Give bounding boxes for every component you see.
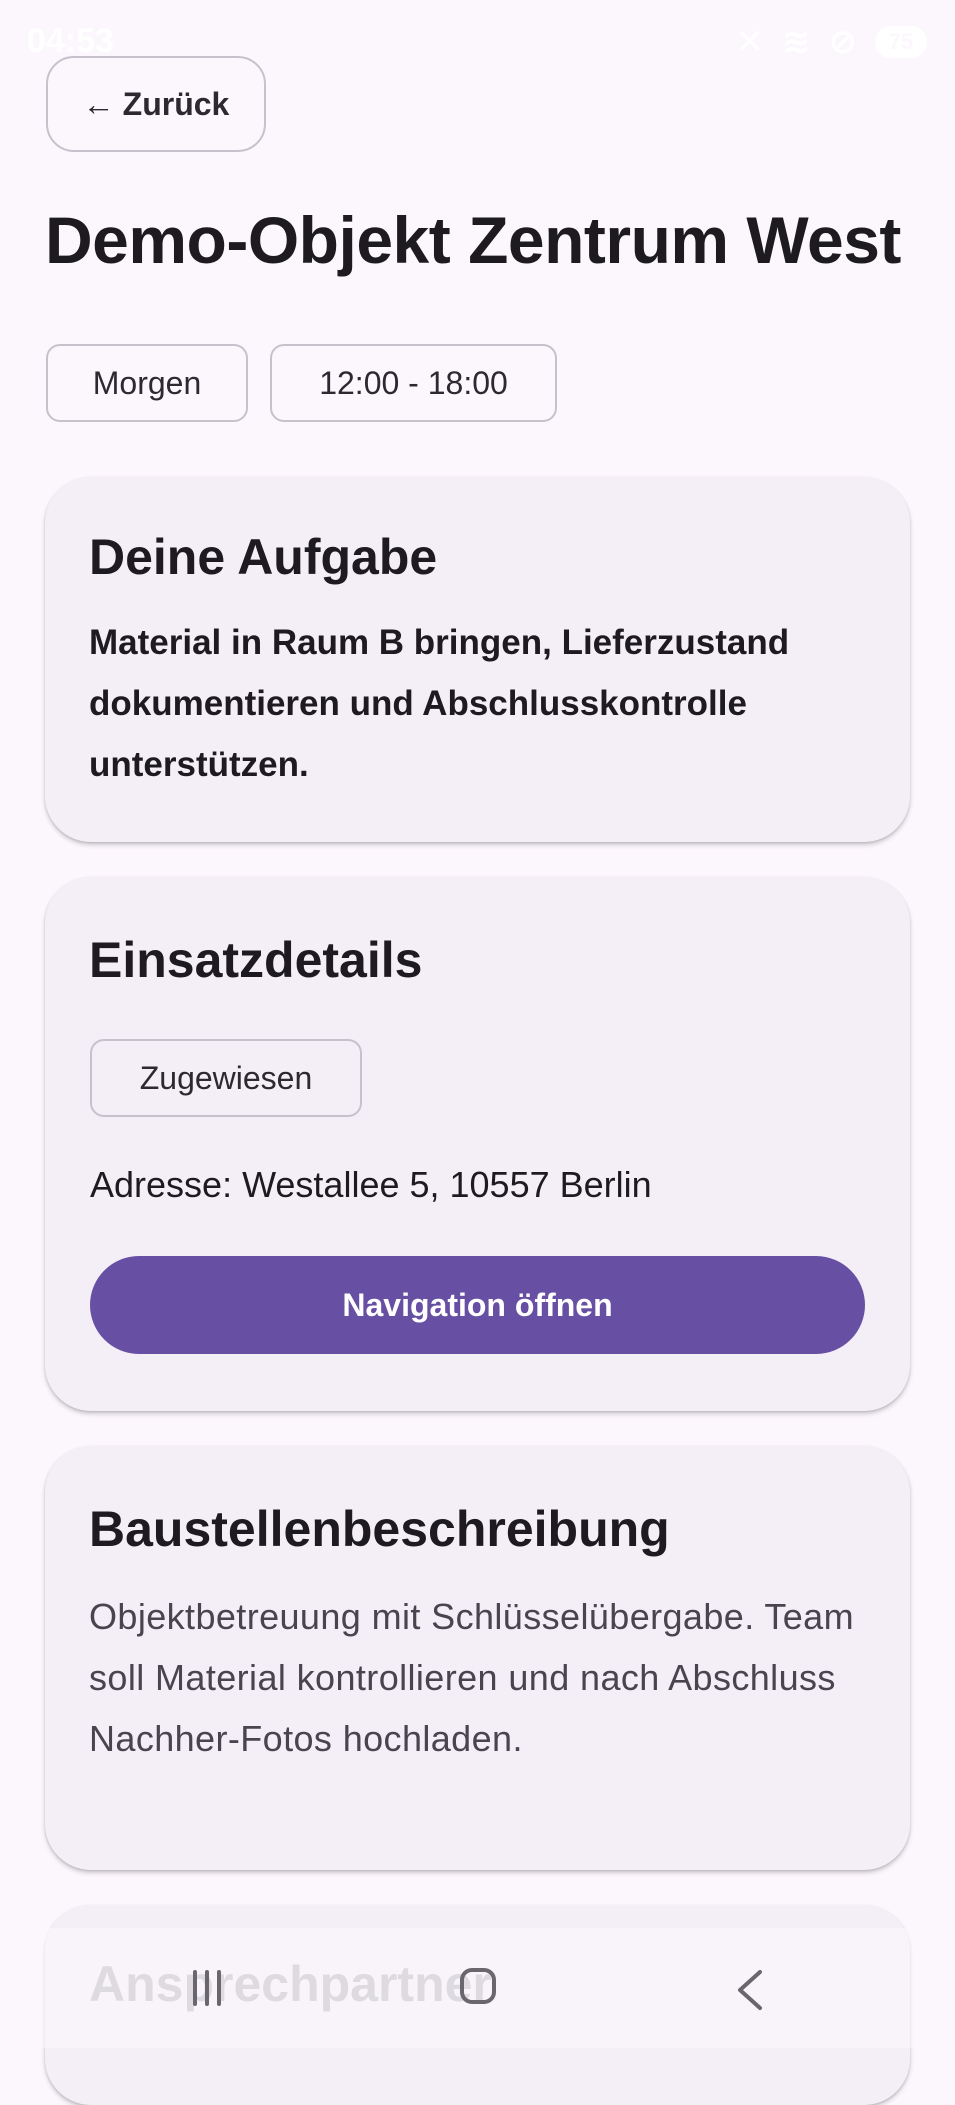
- task-card: Deine Aufgabe Material in Raum B bringen…: [45, 477, 910, 842]
- back-icon[interactable]: [734, 1968, 764, 2012]
- open-navigation-label: Navigation öffnen: [342, 1286, 613, 1323]
- status-icons: ✕ ≋ ⊘ 75: [735, 22, 927, 62]
- address-text: Adresse: Westallee 5, 10557 Berlin: [90, 1164, 652, 1205]
- recents-icon[interactable]: [193, 1968, 221, 2008]
- site-description-text: Objektbetreuung mit Schlüsselübergabe. T…: [89, 1596, 854, 1759]
- home-icon[interactable]: [460, 1968, 496, 2004]
- time-range-label: 12:00 - 18:00: [319, 364, 508, 401]
- page-title: Demo-Objekt Zentrum West: [45, 203, 901, 277]
- time-range-chip: 12:00 - 18:00: [270, 344, 557, 422]
- wifi-icon: ≋: [782, 23, 811, 61]
- details-heading: Einsatzdetails: [89, 932, 423, 988]
- dnd-icon: ⊘: [828, 23, 858, 61]
- system-navigation-bar: [0, 1928, 955, 2048]
- day-chip-label: Morgen: [92, 364, 202, 401]
- mute-icon: ✕: [735, 23, 765, 61]
- details-card: Einsatzdetails Zugewiesen Adresse: Westa…: [45, 877, 910, 1411]
- site-description-card: Baustellenbeschreibung Objektbetreuung m…: [45, 1446, 910, 1870]
- back-button-label: Zurück: [122, 85, 230, 122]
- back-button[interactable]: ← Zurück: [46, 56, 266, 152]
- task-text: Material in Raum B bringen, Lieferzustan…: [89, 623, 790, 784]
- status-badge-label: Zugewiesen: [139, 1059, 313, 1096]
- site-description-heading: Baustellenbeschreibung: [89, 1501, 670, 1557]
- status-badge: Zugewiesen: [90, 1039, 362, 1117]
- battery-icon: 75: [875, 26, 927, 58]
- day-chip: Morgen: [46, 344, 248, 422]
- task-heading: Deine Aufgabe: [89, 529, 438, 585]
- back-arrow-icon: ←: [82, 85, 115, 122]
- open-navigation-button[interactable]: Navigation öffnen: [90, 1256, 865, 1354]
